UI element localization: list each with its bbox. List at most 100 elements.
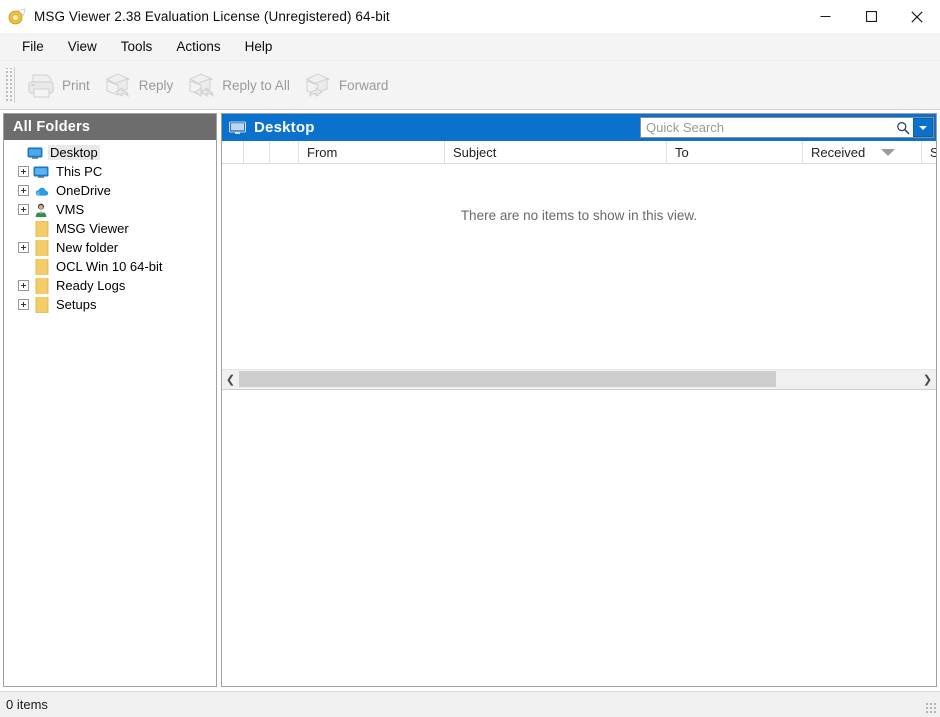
minimize-button[interactable] (802, 0, 848, 33)
reply-button[interactable]: Reply (98, 65, 182, 105)
maximize-icon (865, 11, 877, 22)
this-pc-icon (33, 164, 49, 180)
menu-item-actions[interactable]: Actions (164, 35, 232, 58)
column-header-icon-3[interactable] (270, 141, 299, 163)
scrollbar-thumb[interactable] (239, 371, 777, 387)
close-button[interactable] (894, 0, 940, 33)
column-header-from[interactable]: From (299, 141, 445, 163)
folder-icon (33, 274, 49, 297)
expander-icon[interactable] (18, 185, 29, 196)
menu-item-help[interactable]: Help (233, 35, 285, 58)
print-label: Print (62, 77, 90, 93)
reading-pane (222, 389, 936, 686)
user-icon (33, 202, 49, 218)
folder-icon (33, 255, 49, 278)
column-header-subject[interactable]: Subject (445, 141, 667, 163)
expander-icon[interactable] (18, 299, 29, 310)
magnifier-icon[interactable] (893, 118, 913, 137)
scrollbar-track[interactable] (239, 370, 919, 389)
desktop-icon (229, 121, 246, 135)
forward-button[interactable]: Forward (298, 65, 397, 105)
tree-item-label: Ready Logs (56, 278, 126, 293)
title-bar: MSG Viewer 2.38 Evaluation License (Unre… (0, 0, 940, 33)
onedrive-icon (33, 183, 49, 199)
folder-icon (33, 220, 49, 240)
reply-icon (102, 69, 134, 101)
expander-icon[interactable] (18, 204, 29, 215)
folder-icon (33, 236, 49, 259)
folder-tree[interactable]: Desktop This PC OneDrive VMS MSG Viewer … (4, 140, 216, 686)
tree-item-onedrive[interactable]: OneDrive (4, 181, 216, 200)
reply-all-label: Reply to All (222, 77, 290, 93)
window-controls (802, 0, 940, 33)
tree-item-vms[interactable]: VMS (4, 200, 216, 219)
tree-item-ready-logs[interactable]: Ready Logs (4, 274, 216, 297)
msg-viewer-window: MSG Viewer 2.38 Evaluation License (Unre… (0, 0, 940, 717)
msg-viewer-icon (6, 6, 28, 28)
status-item-count: 0 items (6, 697, 48, 712)
tree-item-label: OneDrive (56, 183, 111, 198)
chevron-left-icon[interactable]: ❮ (222, 370, 239, 389)
tree-item-label: VMS (56, 202, 85, 217)
search-input[interactable] (641, 119, 893, 136)
quick-search-box[interactable] (640, 117, 934, 138)
search-dropdown-button[interactable] (913, 118, 933, 137)
tree-item-desktop[interactable]: Desktop (4, 143, 216, 162)
desktop-icon (27, 145, 43, 161)
column-header-row: From Subject To Received Sent (222, 141, 936, 164)
reply-all-icon (185, 69, 217, 101)
folder-icon (33, 293, 49, 313)
sort-descending-icon (881, 149, 895, 156)
column-header-sent[interactable]: Sent (922, 141, 936, 163)
tree-item-label: This PC (56, 164, 103, 179)
status-bar: 0 items (0, 691, 940, 717)
tree-item-label: Setups (56, 297, 97, 312)
expander-icon[interactable] (18, 242, 29, 253)
printer-icon (25, 69, 57, 101)
tree-item-label: MSG Viewer (56, 221, 129, 236)
toolbar-grip[interactable] (4, 68, 12, 102)
column-label: To (675, 144, 689, 160)
column-label: From (307, 144, 338, 160)
toolbar-separator (14, 67, 15, 103)
tree-item-ocl-win-10-64-bit[interactable]: OCL Win 10 64-bit (4, 255, 216, 278)
folder-pane: All Folders Desktop This PC OneDrive VMS… (3, 113, 217, 687)
menu-item-tools[interactable]: Tools (109, 35, 165, 58)
tree-item-this-pc[interactable]: This PC (4, 162, 216, 181)
print-button[interactable]: Print (21, 65, 98, 105)
resize-grip-icon[interactable] (925, 702, 937, 714)
forward-label: Forward (338, 77, 389, 93)
message-list-pane: Desktop Quick Search From Subject To Rec… (221, 113, 937, 687)
tree-item-label: OCL Win 10 64-bit (56, 259, 163, 274)
horizontal-scrollbar[interactable]: ❮ ❯ (222, 369, 936, 389)
tree-item-setups[interactable]: Setups (4, 293, 216, 314)
close-icon (911, 10, 923, 23)
window-title: MSG Viewer 2.38 Evaluation License (Unre… (34, 9, 390, 24)
chevron-down-icon (919, 125, 927, 130)
list-title-bar: Desktop (222, 114, 936, 141)
tree-item-msg-viewer[interactable]: MSG Viewer (4, 219, 216, 240)
expander-icon[interactable] (18, 280, 29, 291)
message-list-body[interactable]: There are no items to show in this view. (222, 164, 936, 369)
column-header-received[interactable]: Received (803, 141, 922, 163)
column-header-to[interactable]: To (667, 141, 803, 163)
chevron-right-icon[interactable]: ❯ (919, 370, 936, 389)
forward-icon (302, 69, 334, 101)
column-header-icon-1[interactable] (222, 141, 244, 163)
column-label: Received (811, 144, 866, 160)
empty-view-message: There are no items to show in this view. (460, 208, 698, 223)
menu-item-file[interactable]: File (10, 35, 56, 58)
reply-label: Reply (138, 77, 174, 93)
content-area: All Folders Desktop This PC OneDrive VMS… (0, 110, 940, 691)
reply-all-button[interactable]: Reply to All (181, 65, 298, 105)
toolbar: Print Reply Reply to All Forward (0, 61, 940, 110)
column-header-icon-2[interactable] (244, 141, 270, 163)
menu-item-view[interactable]: View (56, 35, 109, 58)
tree-item-label: New folder (56, 240, 119, 255)
maximize-button[interactable] (848, 0, 894, 33)
column-label: Subject (453, 144, 497, 160)
folder-pane-header: All Folders (4, 114, 216, 140)
expander-icon[interactable] (18, 166, 29, 177)
tree-item-new-folder[interactable]: New folder (4, 236, 216, 259)
list-title: Desktop (254, 119, 315, 136)
